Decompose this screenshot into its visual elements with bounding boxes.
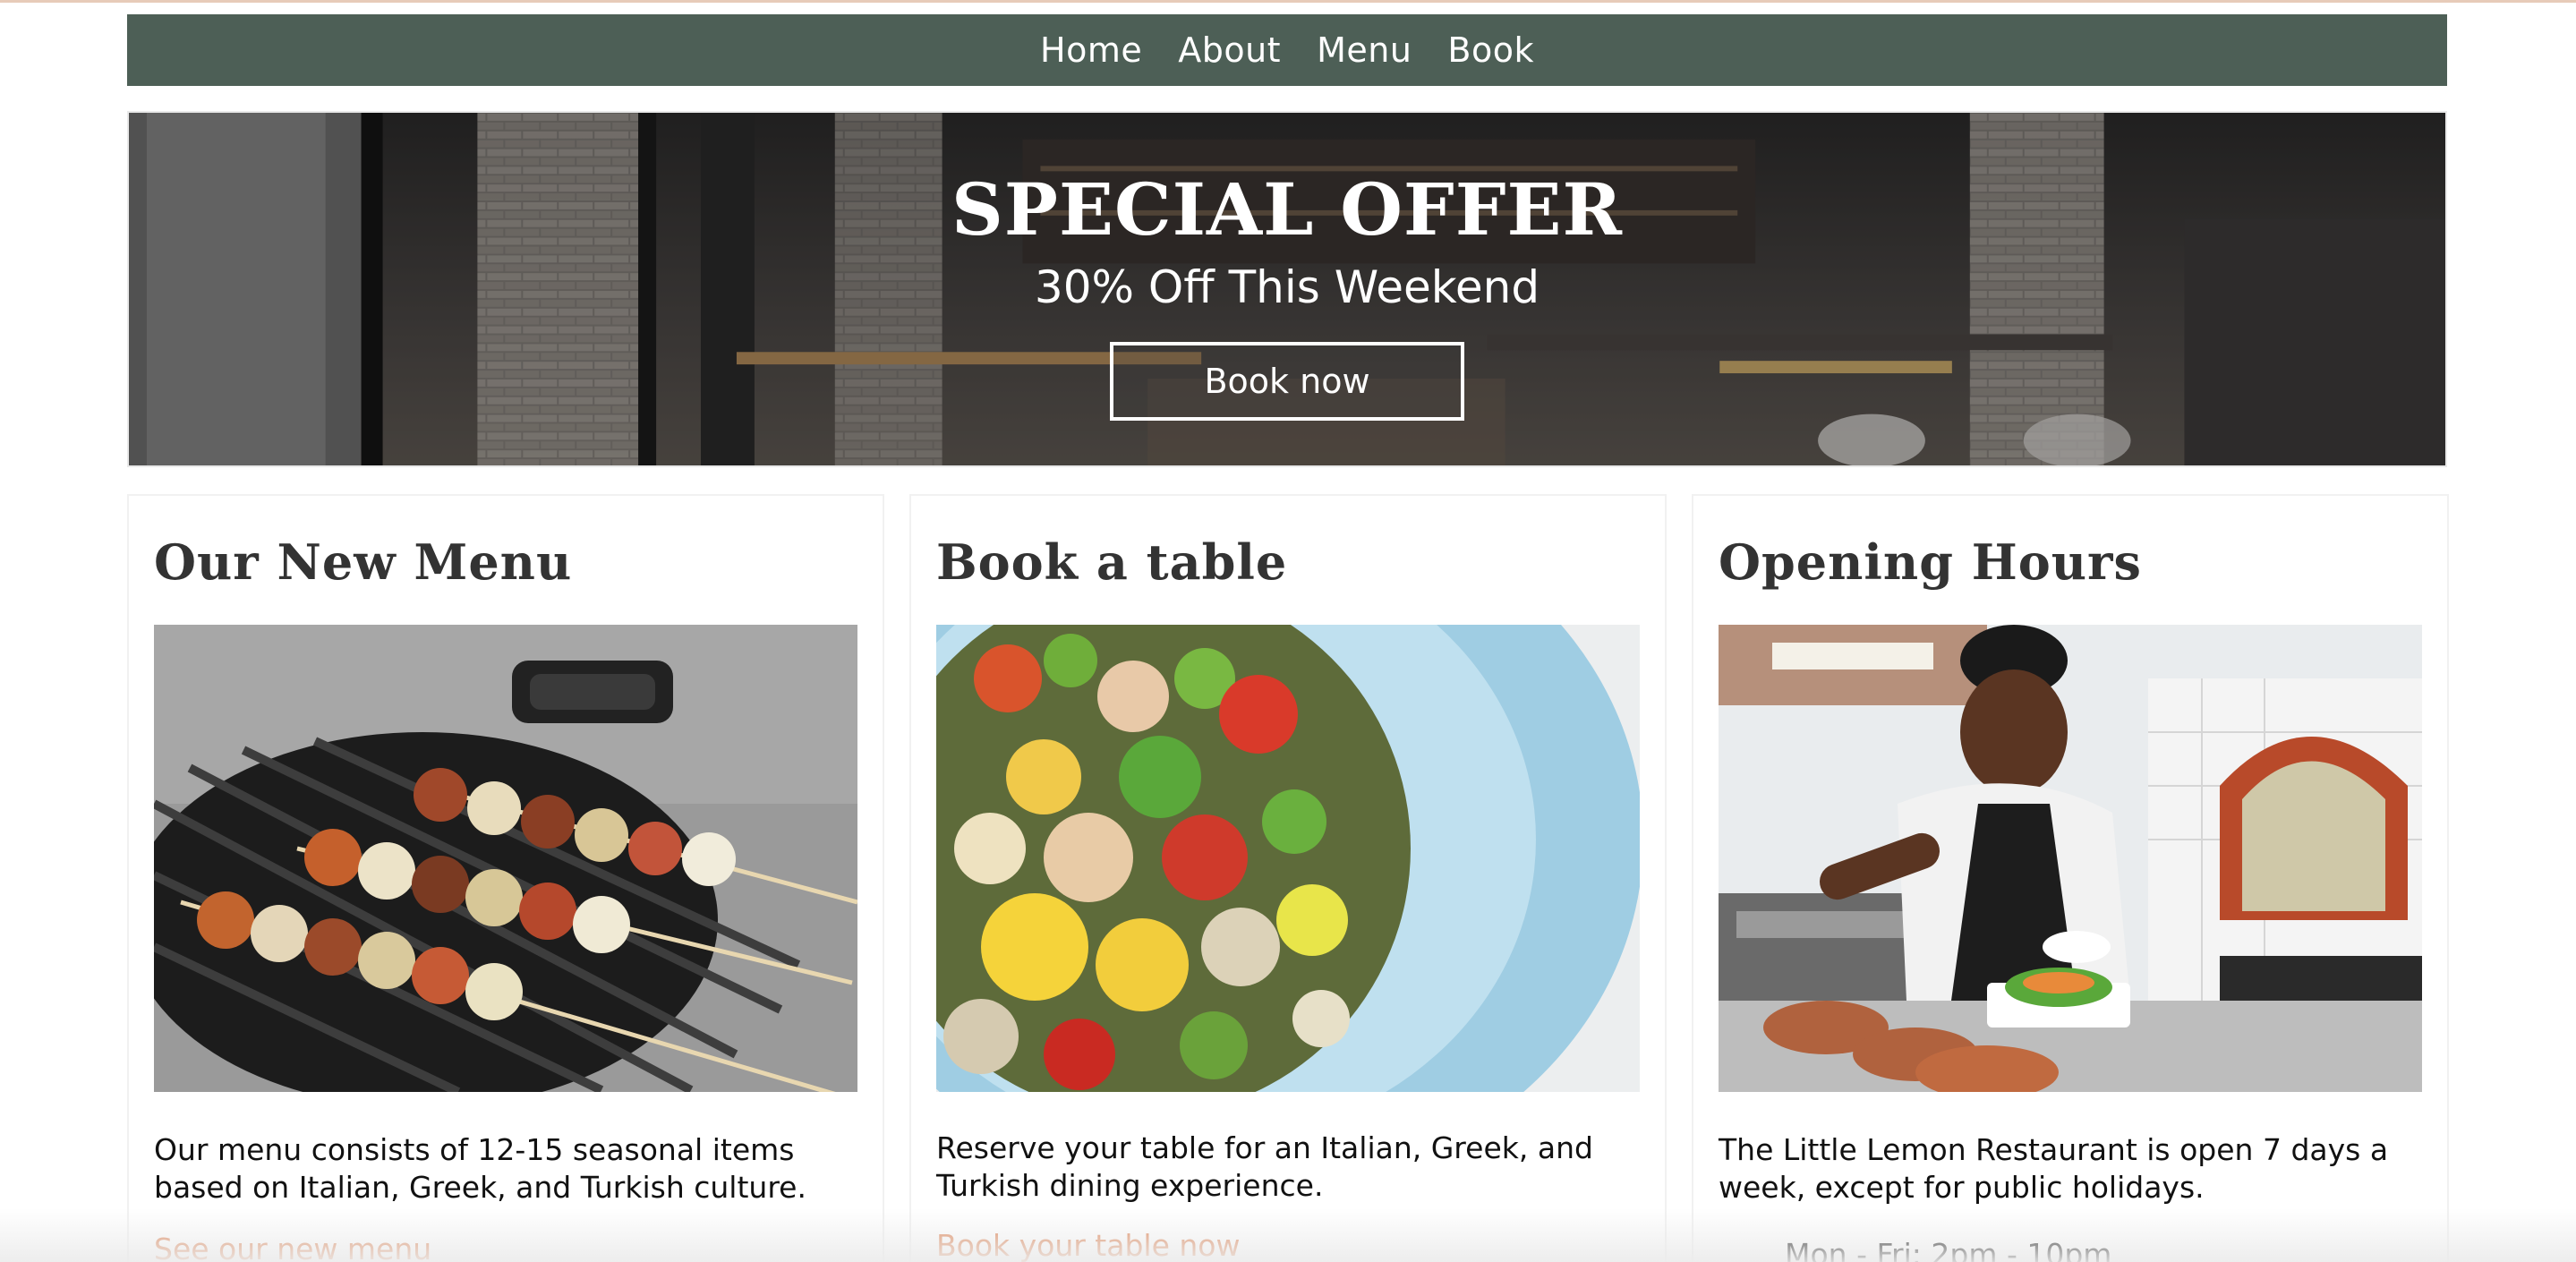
nav-home-link[interactable]: Home (1040, 30, 1142, 70)
banner-title: SPECIAL OFFER (951, 167, 1623, 252)
banner-subtitle: 30% Off This Weekend (1034, 261, 1540, 313)
top-accent-line (0, 0, 2576, 3)
hours-weekdays: Mon - Fri: 2pm - 10pm (1785, 1237, 2112, 1262)
card-description: The Little Lemon Restaurant is open 7 da… (1719, 1132, 2389, 1205)
book-table-link[interactable]: Book your table now (936, 1228, 1240, 1262)
card-title: Book a table (936, 533, 1288, 591)
salad-plate-image (936, 625, 1640, 1092)
card-description: Reserve your table for an Italian, Greek… (936, 1130, 1593, 1203)
see-menu-link[interactable]: See our new menu (154, 1232, 431, 1262)
book-now-button[interactable]: Book now (1110, 342, 1464, 421)
kebab-grill-image (154, 625, 857, 1092)
nav-book-link[interactable]: Book (1447, 30, 1534, 70)
banner-content: SPECIAL OFFER 30% Off This Weekend Book … (129, 113, 2445, 465)
menu-card: Our New Menu Our menu consists of 12-15 … (127, 494, 884, 1262)
card-title: Opening Hours (1719, 533, 2142, 591)
card-description: Our menu consists of 12-15 seasonal item… (154, 1132, 806, 1205)
special-offer-banner: SPECIAL OFFER 30% Off This Weekend Book … (127, 111, 2447, 467)
nav-menu-link[interactable]: Menu (1317, 30, 1412, 70)
nav-about-link[interactable]: About (1178, 30, 1281, 70)
book-table-card: Book a table Reserve your table for an I… (909, 494, 1667, 1262)
card-title: Our New Menu (154, 533, 573, 591)
opening-hours-card: Opening Hours The Little Lemon Restauran… (1692, 494, 2449, 1262)
main-navbar: Home About Menu Book (127, 14, 2447, 86)
chef-cooking-image (1719, 625, 2422, 1092)
